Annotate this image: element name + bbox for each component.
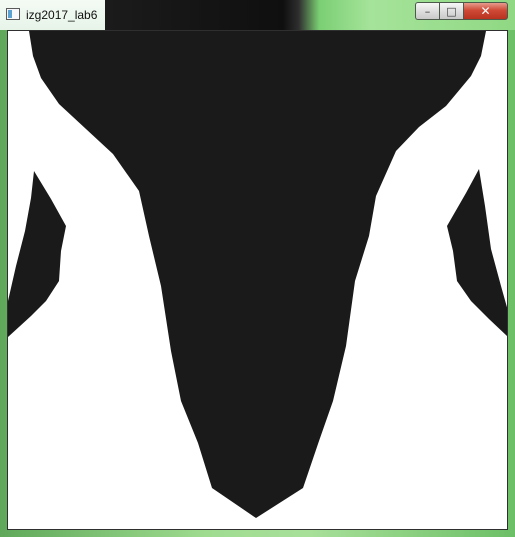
maximize-button[interactable]: □ xyxy=(439,2,463,20)
window-title: izg2017_lab6 xyxy=(26,8,98,22)
title-bar[interactable]: izg2017_lab6 – □ ✕ xyxy=(0,0,515,30)
left-side-shape xyxy=(8,171,66,337)
minimize-icon: – xyxy=(424,4,431,18)
render-output xyxy=(8,31,507,518)
minimize-button[interactable]: – xyxy=(415,2,439,20)
app-window: izg2017_lab6 – □ ✕ xyxy=(0,0,515,537)
right-side-shape xyxy=(447,169,507,337)
render-canvas[interactable] xyxy=(7,30,508,530)
center-shape xyxy=(29,31,486,518)
close-icon: ✕ xyxy=(480,3,491,18)
app-icon[interactable] xyxy=(6,8,20,20)
close-button[interactable]: ✕ xyxy=(463,2,508,20)
window-controls: – □ ✕ xyxy=(415,2,508,22)
maximize-icon: □ xyxy=(446,4,457,18)
